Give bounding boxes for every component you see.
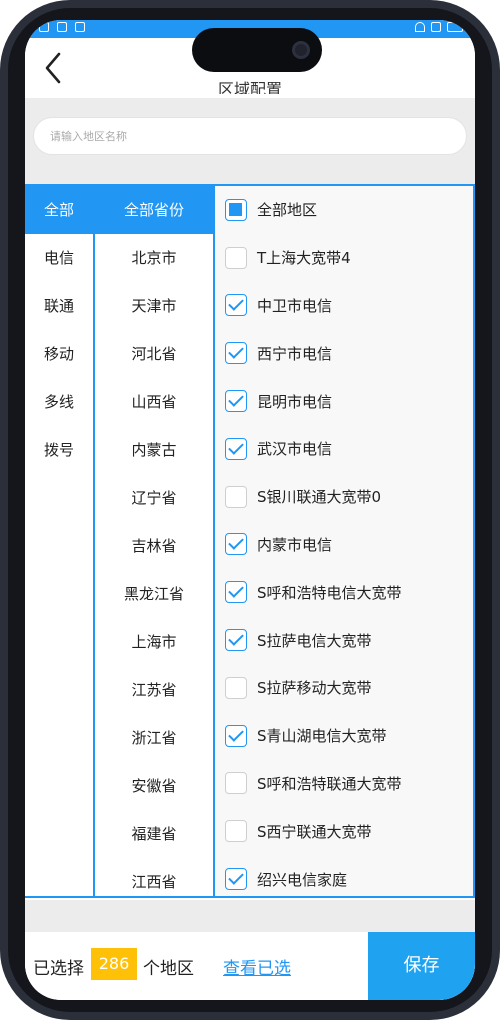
region-label: S银川联通大宽带0	[257, 488, 382, 507]
province-item[interactable]: 全部省份	[95, 186, 213, 234]
checkbox-icon[interactable]	[225, 676, 247, 699]
province-item[interactable]: 江西省	[95, 858, 213, 896]
checkbox-icon[interactable]	[225, 342, 247, 365]
checkbox-icon[interactable]	[225, 629, 247, 652]
province-item[interactable]: 吉林省	[95, 522, 213, 570]
carrier-column: 全部 电信 联通 移动 多线 拨号	[25, 186, 95, 896]
search-input[interactable]	[34, 118, 466, 154]
region-label: 全部地区	[257, 201, 318, 220]
region-label: 西宁市电信	[257, 344, 333, 363]
selected-count-badge: 286	[91, 948, 137, 980]
province-item[interactable]: 北京市	[95, 234, 213, 282]
image-icon	[57, 22, 67, 32]
province-item[interactable]: 江苏省	[95, 666, 213, 714]
checkbox-icon[interactable]	[225, 294, 247, 317]
selected-prefix: 已选择	[33, 959, 84, 979]
province-item[interactable]: 河北省	[95, 330, 213, 378]
province-item[interactable]: 山西省	[95, 378, 213, 426]
power-button	[496, 280, 500, 390]
checkbox-icon[interactable]	[225, 390, 247, 413]
carrier-item[interactable]: 拨号	[25, 426, 93, 474]
province-item[interactable]: 天津市	[95, 282, 213, 330]
region-label: 绍兴电信家庭	[257, 870, 348, 889]
region-picker: 全部 电信 联通 移动 多线 拨号 全部省份 北京市 天津市 河北省 山西省 内蒙古 辽宁省 吉林省 黑龙…	[25, 184, 475, 898]
app-icon	[75, 22, 85, 32]
view-selected-link[interactable]: 查看已选	[223, 954, 291, 979]
region-label: S西宁联通大宽带	[257, 822, 372, 841]
footer-bar: 已选择 286 个地区 查看已选 保存	[25, 932, 475, 1000]
search-box[interactable]	[33, 117, 467, 155]
notification-icon	[39, 22, 49, 32]
page-title: 区域配置	[217, 80, 282, 94]
volume-up-button	[0, 180, 4, 240]
region-label: T上海大宽带4	[257, 249, 351, 268]
carrier-item[interactable]: 联通	[25, 282, 93, 330]
region-item[interactable]: 武汉市电信	[215, 425, 473, 473]
carrier-item[interactable]: 移动	[25, 330, 93, 378]
save-button[interactable]: 保存	[368, 932, 475, 1000]
app-screen: 区域配置 全部电信联通移动多线拨号 全部省份北京市天津市河北省山西省内蒙古辽宁省…	[25, 20, 475, 1000]
wifi-icon	[415, 22, 425, 32]
region-label: 昆明市电信	[257, 392, 333, 411]
region-label: S拉萨移动大宽带	[257, 679, 372, 698]
region-item[interactable]: 中卫市电信	[215, 282, 473, 330]
region-item[interactable]: 绍兴电信家庭	[215, 855, 473, 896]
region-label: S拉萨电信大宽带	[257, 631, 372, 650]
region-label: 武汉市电信	[257, 440, 333, 459]
region-item[interactable]: S呼和浩特电信大宽带	[215, 568, 473, 616]
region-item[interactable]: T上海大宽带4	[215, 234, 473, 282]
checkbox-icon[interactable]	[225, 724, 247, 747]
province-item[interactable]: 福建省	[95, 810, 213, 858]
checkbox-icon[interactable]	[225, 533, 247, 556]
province-item[interactable]: 辽宁省	[95, 474, 213, 522]
checkbox-icon[interactable]	[225, 198, 247, 221]
region-item[interactable]: S青山湖电信大宽带	[215, 712, 473, 760]
checkbox-icon[interactable]	[225, 437, 247, 460]
province-item[interactable]: 浙江省	[95, 714, 213, 762]
checkbox-icon[interactable]	[225, 246, 247, 269]
region-item[interactable]: S银川联通大宽带0	[215, 473, 473, 521]
carrier-item[interactable]: 电信	[25, 234, 93, 282]
region-label: S呼和浩特电信大宽带	[257, 583, 402, 602]
dynamic-island	[192, 28, 322, 72]
region-item[interactable]: 全部地区	[215, 186, 473, 234]
region-item[interactable]: 西宁市电信	[215, 329, 473, 377]
province-item[interactable]: 安徽省	[95, 762, 213, 810]
carrier-item[interactable]: 全部	[25, 186, 93, 234]
checkbox-icon[interactable]	[225, 581, 247, 604]
checkbox-icon[interactable]	[225, 485, 247, 508]
region-item[interactable]: S拉萨移动大宽带	[215, 664, 473, 712]
region-column: 全部地区 T上海大宽带4 中卫市电信西宁市电信昆明市电信武汉市电信 S银川联通大宽带0…	[215, 186, 475, 896]
region-label: S呼和浩特联通大宽带	[257, 774, 402, 793]
province-item[interactable]: 黑龙江省	[95, 570, 213, 618]
checkbox-icon[interactable]	[225, 820, 247, 843]
carrier-item[interactable]: 多线	[25, 378, 93, 426]
volume-down-button	[0, 260, 4, 320]
province-column: 全部省份 北京市 天津市 河北省 山西省 内蒙古 辽宁省 吉林省 黑龙江省 上海市 江苏省 浙江省 安徽…	[95, 186, 215, 896]
province-item[interactable]: 内蒙古	[95, 426, 213, 474]
province-item[interactable]: 上海市	[95, 618, 213, 666]
region-item[interactable]: S西宁联通大宽带	[215, 807, 473, 855]
region-label: S青山湖电信大宽带	[257, 727, 387, 746]
camera-icon	[292, 41, 310, 59]
region-label: 中卫市电信	[257, 296, 333, 315]
region-item[interactable]: 内蒙市电信	[215, 521, 473, 569]
region-item[interactable]: S拉萨电信大宽带	[215, 616, 473, 664]
region-item[interactable]: 昆明市电信	[215, 377, 473, 425]
battery-icon	[447, 22, 463, 32]
checkbox-icon[interactable]	[225, 868, 247, 891]
footer-spacer	[25, 900, 475, 932]
selected-suffix: 个地区	[143, 959, 194, 979]
region-label: 内蒙市电信	[257, 535, 333, 554]
region-item[interactable]: S呼和浩特联通大宽带	[215, 760, 473, 808]
signal-icon	[431, 22, 441, 32]
checkbox-icon[interactable]	[225, 772, 247, 795]
